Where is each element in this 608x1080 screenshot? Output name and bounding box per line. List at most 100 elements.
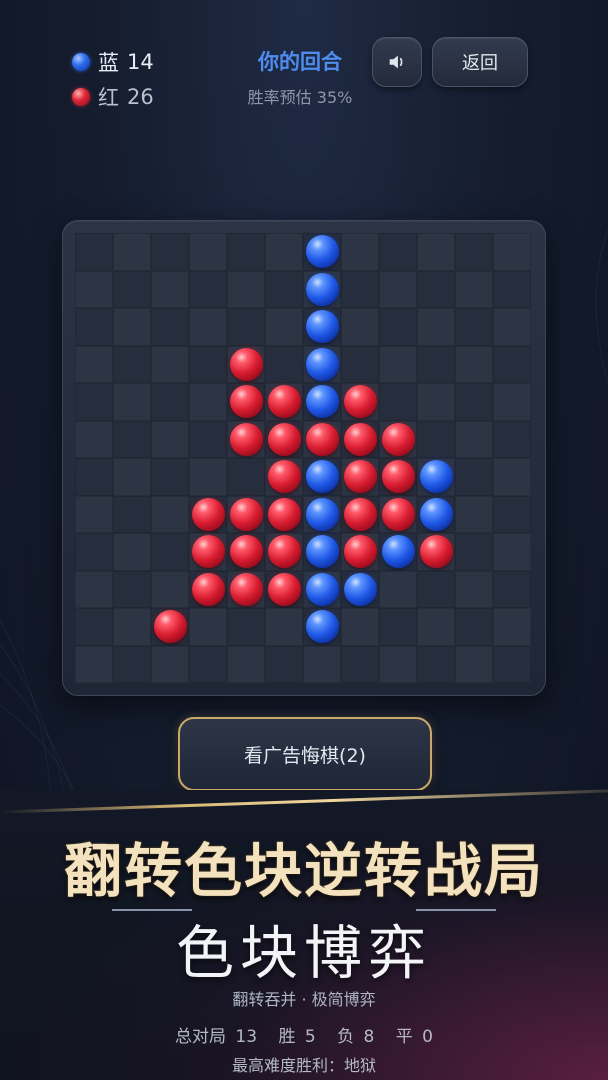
board-cell[interactable]	[113, 420, 151, 458]
board-cell[interactable]	[189, 420, 227, 458]
board-cell[interactable]	[113, 270, 151, 308]
board-cell[interactable]	[75, 308, 113, 346]
board-cell[interactable]	[455, 345, 493, 383]
board-cell[interactable]	[455, 608, 493, 646]
board-cell[interactable]	[417, 533, 455, 571]
board-cell[interactable]	[379, 570, 417, 608]
board-cell[interactable]	[493, 570, 531, 608]
board-cell[interactable]	[455, 308, 493, 346]
board-cell[interactable]	[189, 233, 227, 271]
board-cell[interactable]	[113, 308, 151, 346]
board-cell[interactable]	[417, 608, 455, 646]
board-cell[interactable]	[265, 458, 303, 496]
board-cell[interactable]	[189, 270, 227, 308]
board-cell[interactable]	[303, 495, 341, 533]
board-cell[interactable]	[455, 645, 493, 683]
board-cell[interactable]	[455, 233, 493, 271]
board-cell[interactable]	[75, 570, 113, 608]
board-cell[interactable]	[75, 233, 113, 271]
board-cell[interactable]	[151, 345, 189, 383]
board-cell[interactable]	[379, 345, 417, 383]
board-cell[interactable]	[265, 608, 303, 646]
board-cell[interactable]	[493, 645, 531, 683]
board-cell[interactable]	[75, 533, 113, 571]
board-cell[interactable]	[341, 533, 379, 571]
board-cell[interactable]	[303, 308, 341, 346]
board-cell[interactable]	[341, 345, 379, 383]
board-cell[interactable]	[455, 533, 493, 571]
board-cell[interactable]	[113, 383, 151, 421]
board-cell[interactable]	[417, 345, 455, 383]
board-cell[interactable]	[189, 345, 227, 383]
board-cell[interactable]	[417, 570, 455, 608]
board-cell[interactable]	[227, 233, 265, 271]
board-cell[interactable]	[189, 458, 227, 496]
board-cell[interactable]	[189, 533, 227, 571]
board-cell[interactable]	[493, 608, 531, 646]
board-cell[interactable]	[265, 420, 303, 458]
board-cell[interactable]	[493, 383, 531, 421]
board-cell[interactable]	[265, 345, 303, 383]
board-cell[interactable]	[493, 458, 531, 496]
board-cell[interactable]	[417, 233, 455, 271]
board-cell[interactable]	[189, 645, 227, 683]
board-cell[interactable]	[493, 233, 531, 271]
board-cell[interactable]	[151, 308, 189, 346]
board-cell[interactable]	[227, 570, 265, 608]
board-cell[interactable]	[151, 533, 189, 571]
board-cell[interactable]	[227, 308, 265, 346]
board-cell[interactable]	[341, 608, 379, 646]
back-button[interactable]: 返回	[432, 37, 528, 87]
board-cell[interactable]	[227, 383, 265, 421]
board-cell[interactable]	[75, 608, 113, 646]
board-cell[interactable]	[493, 270, 531, 308]
board-cell[interactable]	[227, 420, 265, 458]
board-cell[interactable]	[75, 645, 113, 683]
board-cell[interactable]	[303, 383, 341, 421]
board-cell[interactable]	[113, 495, 151, 533]
sound-toggle-button[interactable]	[372, 37, 422, 87]
board-cell[interactable]	[379, 458, 417, 496]
board-cell[interactable]	[265, 645, 303, 683]
board-cell[interactable]	[113, 645, 151, 683]
board-cell[interactable]	[227, 345, 265, 383]
board-cell[interactable]	[265, 383, 303, 421]
board-cell[interactable]	[455, 383, 493, 421]
board-cell[interactable]	[151, 458, 189, 496]
board-cell[interactable]	[113, 233, 151, 271]
board-cell[interactable]	[265, 533, 303, 571]
board-cell[interactable]	[113, 345, 151, 383]
board-cell[interactable]	[265, 308, 303, 346]
board-cell[interactable]	[379, 420, 417, 458]
board-cell[interactable]	[379, 533, 417, 571]
board-cell[interactable]	[379, 645, 417, 683]
board-cell[interactable]	[455, 270, 493, 308]
board-cell[interactable]	[379, 233, 417, 271]
board-cell[interactable]	[303, 345, 341, 383]
board-cell[interactable]	[189, 570, 227, 608]
game-board[interactable]	[75, 233, 531, 683]
board-cell[interactable]	[189, 383, 227, 421]
board-cell[interactable]	[379, 308, 417, 346]
board-cell[interactable]	[75, 495, 113, 533]
board-cell[interactable]	[417, 383, 455, 421]
board-cell[interactable]	[379, 608, 417, 646]
board-cell[interactable]	[341, 270, 379, 308]
board-cell[interactable]	[113, 458, 151, 496]
board-cell[interactable]	[341, 420, 379, 458]
board-cell[interactable]	[417, 458, 455, 496]
board-cell[interactable]	[75, 270, 113, 308]
board-cell[interactable]	[417, 270, 455, 308]
board-cell[interactable]	[227, 458, 265, 496]
board-cell[interactable]	[151, 495, 189, 533]
board-cell[interactable]	[75, 458, 113, 496]
board-cell[interactable]	[417, 645, 455, 683]
board-cell[interactable]	[303, 270, 341, 308]
board-cell[interactable]	[379, 495, 417, 533]
board-cell[interactable]	[189, 495, 227, 533]
board-cell[interactable]	[341, 458, 379, 496]
board-cell[interactable]	[227, 645, 265, 683]
board-cell[interactable]	[303, 533, 341, 571]
board-cell[interactable]	[493, 420, 531, 458]
board-cell[interactable]	[151, 420, 189, 458]
